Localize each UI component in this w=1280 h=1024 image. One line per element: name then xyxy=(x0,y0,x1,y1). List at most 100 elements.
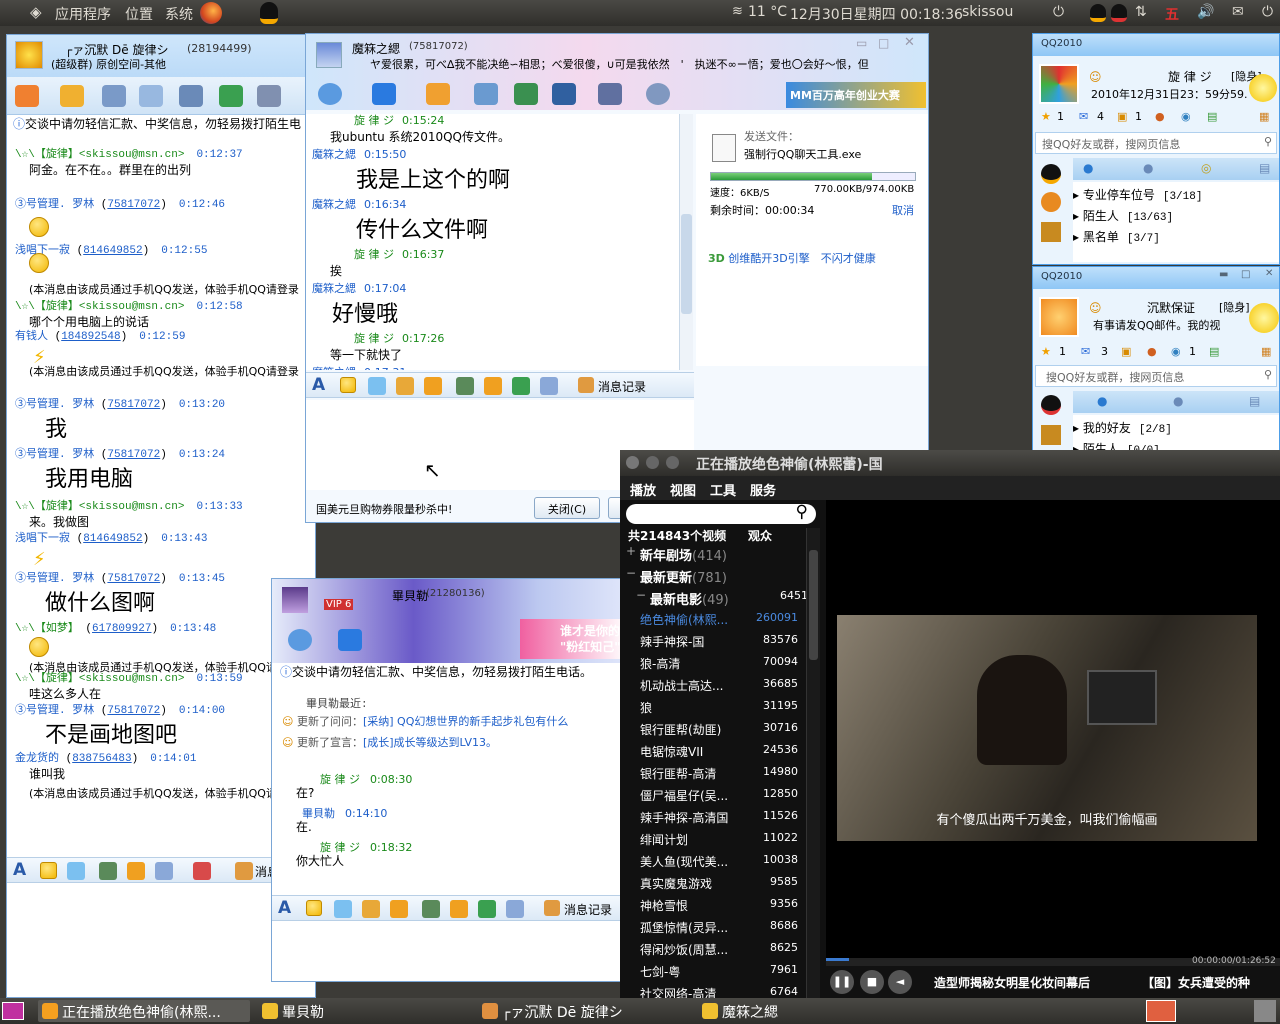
user-name[interactable]: skissou xyxy=(962,4,1013,20)
contact-group[interactable]: ▸ 专业停车位号 [3/18] xyxy=(1073,186,1273,203)
shake-icon[interactable] xyxy=(424,377,442,395)
pause-icon[interactable]: ❚❚ xyxy=(830,970,854,994)
status-icon[interactable]: ☺ xyxy=(1089,70,1102,84)
news-ticker-2[interactable]: 【图】女兵遭受的种 xyxy=(1142,974,1280,991)
maximize-icon[interactable]: □ xyxy=(1241,269,1250,280)
contact-group[interactable]: ▸ 陌生人 [13/63] xyxy=(1073,207,1273,224)
search-icon[interactable]: ⚲ xyxy=(1264,135,1272,148)
ad-banner[interactable]: MM百万高年创业大赛 xyxy=(786,82,926,108)
menu-view[interactable]: 视图 xyxy=(670,480,696,499)
video-call-icon[interactable] xyxy=(318,83,342,105)
font-icon[interactable]: A xyxy=(312,375,325,395)
create-group-icon[interactable] xyxy=(514,83,538,105)
game-icon[interactable] xyxy=(1041,192,1061,212)
gift-icon[interactable] xyxy=(478,900,496,918)
scroll-thumb[interactable] xyxy=(809,550,818,660)
tab-groups-icon[interactable]: ● xyxy=(1173,394,1183,408)
add-member-icon[interactable] xyxy=(219,85,243,107)
tab-more-icon[interactable]: ▤ xyxy=(1259,161,1270,175)
video-list-item[interactable]: 真实魔鬼游戏 9585 xyxy=(624,872,820,894)
close-button[interactable]: 关闭(C) xyxy=(534,497,600,519)
screenshot-icon[interactable] xyxy=(127,862,145,880)
sender-qq-link[interactable]: 75817072 xyxy=(107,449,160,461)
video-list-item[interactable]: 电锯惊魂VII 24536 xyxy=(624,740,820,762)
video-list-item[interactable]: 七剑-粤 7961 xyxy=(624,960,820,982)
image-icon[interactable] xyxy=(422,900,440,918)
message-sender[interactable]: 旋 律 ジ xyxy=(354,248,394,261)
magic-face-icon[interactable] xyxy=(334,900,352,918)
network-icon[interactable]: ⇅ xyxy=(1135,4,1147,20)
video-frame[interactable]: 有个傻瓜出两千万美金，叫我们偷幅画 xyxy=(837,615,1257,841)
taskbar-item-bi[interactable]: 畢貝勒 xyxy=(258,1000,470,1022)
history-label[interactable]: 消息记录 xyxy=(564,901,612,918)
pet-icon[interactable]: ● xyxy=(1147,345,1157,358)
update-link[interactable]: [成长]成长等级达到LV13。 xyxy=(363,736,497,749)
message-sender[interactable]: \☆\【旋律】<skissou@msn.cn> xyxy=(15,301,184,313)
message-sender[interactable]: 魔箖之緦 xyxy=(312,366,356,370)
home-icon[interactable] xyxy=(15,85,39,107)
contact-group[interactable]: ▸ 我的好友 [2/8] xyxy=(1073,419,1273,436)
taskbar-item-player[interactable]: 正在播放绝色神偷(林熙... xyxy=(38,1000,250,1022)
message-sender[interactable]: \☆\【旋律】<skissou@msn.cn> xyxy=(15,149,184,161)
user-signature[interactable]: 有事请发QQ邮件。我的视 xyxy=(1093,317,1243,333)
video-list-item[interactable]: 辣手神探-国 83576 xyxy=(624,630,820,652)
video-list-item[interactable]: 狼-高清 70094 xyxy=(624,652,820,674)
close-icon[interactable]: ✕ xyxy=(904,35,915,50)
volume-icon[interactable]: ◄ xyxy=(888,970,912,994)
menu-service[interactable]: 服务 xyxy=(750,480,776,499)
screen-icon[interactable] xyxy=(506,900,524,918)
screenshot-icon[interactable] xyxy=(450,900,468,918)
mail-icon[interactable]: ✉ xyxy=(1079,110,1088,123)
history-label[interactable]: 消息记录 xyxy=(598,378,646,395)
message-sender[interactable]: ③号管理. 罗林 xyxy=(15,573,94,585)
ubuntu-logo-icon[interactable]: ◈ xyxy=(30,3,42,21)
menu-applications[interactable]: 应用程序 xyxy=(55,4,111,24)
message-sender[interactable]: 魔箖之緦 xyxy=(312,282,356,295)
message-sender[interactable]: ③号管理. 罗林 xyxy=(15,449,94,461)
chat-scrollbar[interactable] xyxy=(679,114,693,370)
qq-penguin-icon[interactable] xyxy=(260,2,278,24)
contact-avatar[interactable] xyxy=(316,42,342,68)
status-icon[interactable]: ☺ xyxy=(1089,301,1102,315)
gear-icon[interactable] xyxy=(646,83,670,105)
video-area[interactable]: 有个傻瓜出两千万美金，叫我们偷幅画 xyxy=(826,500,1280,958)
message-sender[interactable]: \☆\【旋律】<skissou@msn.cn> xyxy=(15,501,184,513)
expand-arrow-icon[interactable]: ▸ xyxy=(1073,188,1083,202)
image-icon[interactable] xyxy=(99,862,117,880)
mail-icon[interactable]: ✉ xyxy=(1232,4,1244,20)
screenshot-icon[interactable] xyxy=(484,377,502,395)
transfer-ad[interactable]: 3D 创维酷开3D引擎 不闪才健康 xyxy=(708,250,876,266)
taskbar-item-group[interactable]: ┌ァ沉默 Dē 旋律シ xyxy=(478,1000,690,1022)
tab-recent-icon[interactable]: ◎ xyxy=(1201,161,1211,175)
taskbar-item-mo[interactable]: 魔箖之緦 xyxy=(698,1000,910,1022)
weibo-icon[interactable]: ▤ xyxy=(1207,110,1217,123)
scroll-thumb[interactable] xyxy=(681,214,692,314)
history-icon[interactable] xyxy=(544,900,560,916)
expand-plus-icon[interactable]: + xyxy=(626,544,636,558)
category-row[interactable]: + 新年剧场(414) xyxy=(624,542,820,564)
news-ticker-1[interactable]: 造型师揭秘女明星化妆间幕后 xyxy=(934,974,1090,991)
weibo-icon[interactable]: ▤ xyxy=(1209,345,1219,358)
show-desktop-icon[interactable] xyxy=(2,1002,24,1020)
emotion-icon[interactable] xyxy=(362,900,380,918)
music-icon[interactable] xyxy=(193,862,211,880)
video-list-item[interactable]: 狼 31195 xyxy=(624,696,820,718)
footer-ad[interactable]: 国美元旦购物券限量秒杀中! xyxy=(316,501,452,517)
star-icon[interactable]: ★ xyxy=(1041,345,1051,358)
zone-icon[interactable]: ▣ xyxy=(1121,345,1131,358)
message-sender[interactable]: 魔箖之緦 xyxy=(312,198,356,211)
qq-penguin-icon[interactable] xyxy=(1041,395,1061,415)
category-row[interactable]: − 最新更新(781) xyxy=(624,564,820,586)
sender-qq-link[interactable]: 75817072 xyxy=(107,199,160,211)
minimize-icon[interactable]: ▭ xyxy=(856,36,867,50)
emoji-icon[interactable] xyxy=(306,900,322,916)
font-icon[interactable]: A xyxy=(13,860,26,880)
message-sender[interactable]: \☆\【如梦】 xyxy=(15,623,79,635)
sender-qq-link[interactable]: 184892548 xyxy=(61,331,120,343)
weather-icon[interactable]: ≋ xyxy=(732,4,743,19)
transfer-cancel[interactable]: 取消 xyxy=(892,202,914,218)
history-icon[interactable] xyxy=(578,377,594,393)
gift-icon[interactable] xyxy=(512,377,530,395)
remote-icon[interactable] xyxy=(552,83,576,105)
sender-qq-link[interactable]: 814649852 xyxy=(83,245,142,257)
